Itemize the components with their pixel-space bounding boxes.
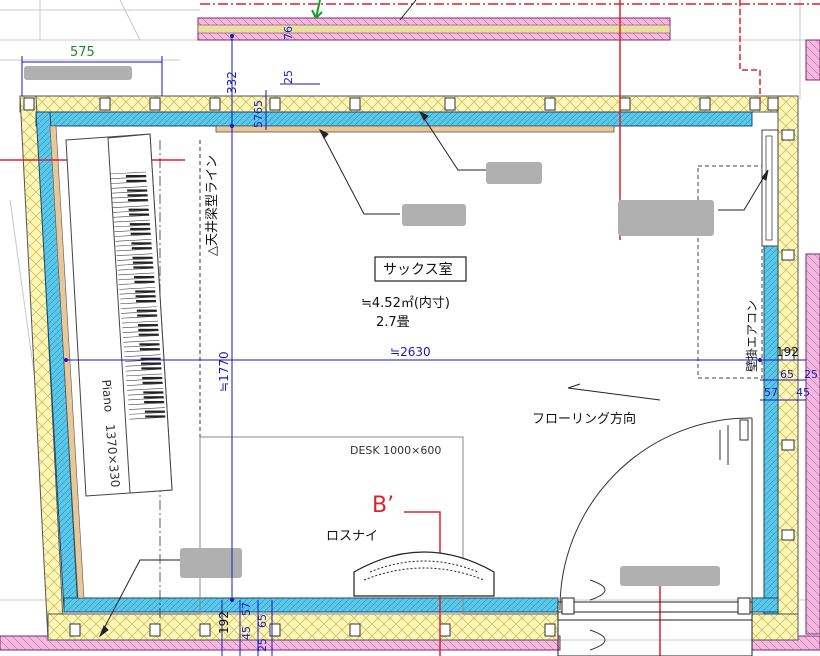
dim-5765: 5765 <box>252 100 265 128</box>
aircon-inner <box>765 135 773 241</box>
top-outer-strip-core <box>197 24 671 34</box>
dim-right-45: 45 <box>796 386 810 399</box>
right-top-outer-strip <box>805 39 820 81</box>
dim-bottom-57: 57 <box>240 602 253 616</box>
dim-right-57: 57 <box>764 386 778 399</box>
dim-right-65: 65 <box>780 368 794 381</box>
dim-bottom-192: 192 <box>217 611 231 634</box>
flooring-arrow <box>567 383 661 401</box>
dim-332: 332 <box>225 71 239 94</box>
room-tatami: 2.7畳 <box>376 315 410 330</box>
flooring-label: フローリング方向 <box>532 411 636 427</box>
right-outer-strip <box>805 253 820 635</box>
door-handle <box>589 419 749 651</box>
dim-bottom-45: 45 <box>240 626 253 640</box>
dim-bottom-25: 25 <box>256 638 269 652</box>
dim-25-top: 25 <box>282 70 295 84</box>
floor-plan-canvas: 575 332 25 5765 76 ≒2630 ≒1770 192 65 25… <box>0 0 820 656</box>
dim-width-inner: ≒2630 <box>390 345 431 359</box>
losnay-unit <box>353 551 495 597</box>
dim-right-192: 192 <box>776 345 799 359</box>
dim-height-inner: ≒1770 <box>217 351 231 392</box>
ceiling-beam-label: △天井梁型ライン <box>205 155 220 256</box>
desk-label: DESK 1000×600 <box>350 444 441 457</box>
dim-right-25: 25 <box>804 368 818 381</box>
green-arrow <box>311 0 323 19</box>
aircon-label: 壁掛エアコン <box>744 300 759 372</box>
dim-575: 575 <box>70 45 95 60</box>
section-mark-label: B’ <box>372 493 394 518</box>
door-frame <box>557 597 753 656</box>
room-name: サックス室 <box>383 261 453 278</box>
room-area: ≒4.52㎡(内寸) <box>361 295 450 311</box>
ceiling-beam-strip <box>215 125 615 133</box>
dim-76: 76 <box>282 26 295 40</box>
losnay-label: ロスナイ <box>326 529 378 544</box>
dim-bottom-65: 65 <box>256 614 269 628</box>
